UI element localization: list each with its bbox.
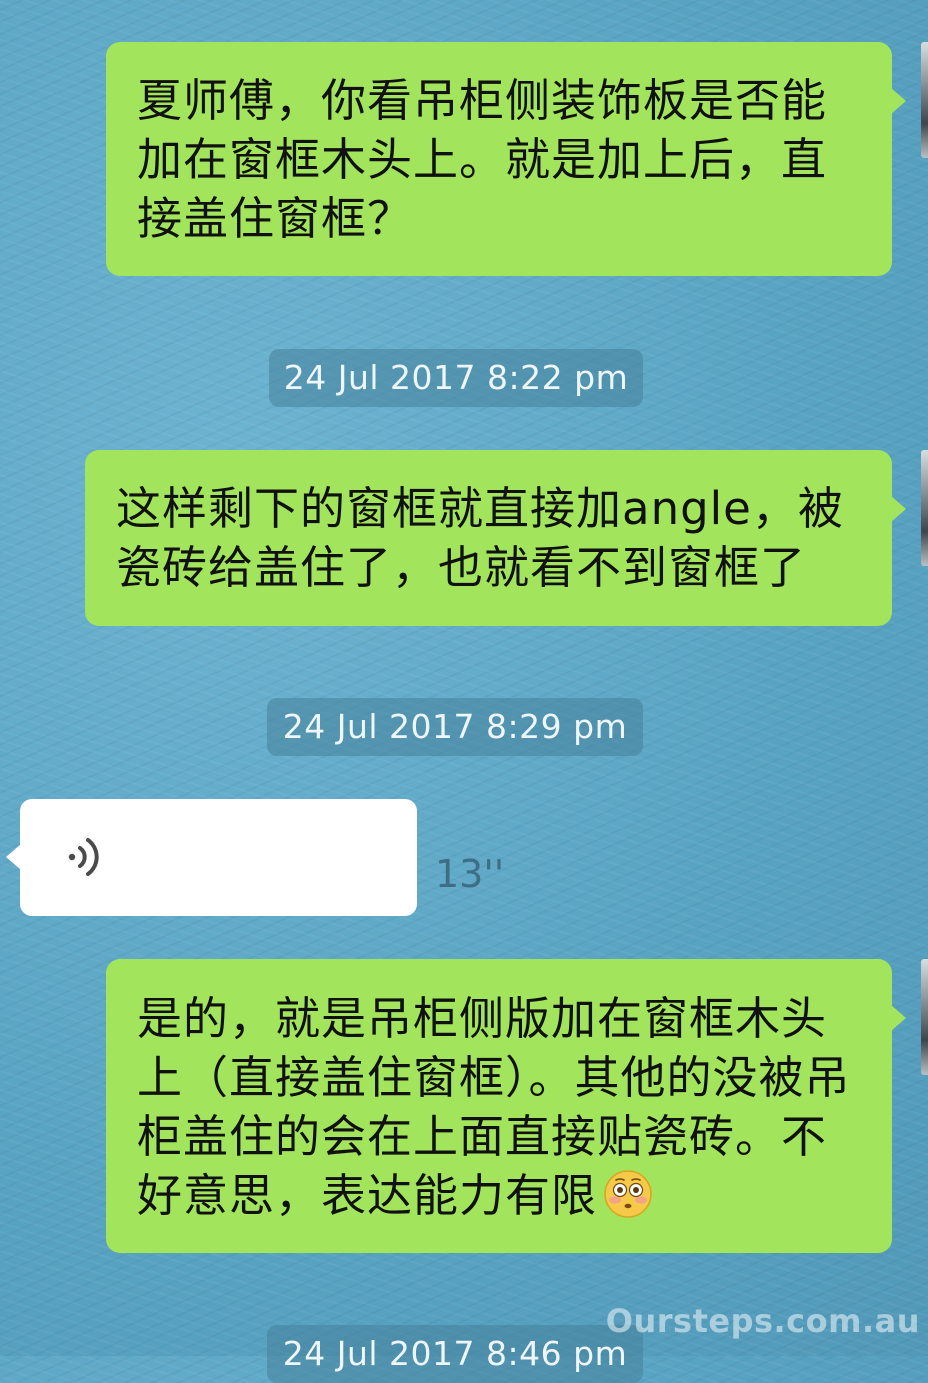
outgoing-message-bubble[interactable]: 夏师傅，你看吊柜侧装饰板是否能加在窗框木头上。就是加上后，直接盖住窗框？ — [106, 42, 906, 276]
chat-area: 夏师傅，你看吊柜侧装饰板是否能加在窗框木头上。就是加上后，直接盖住窗框？ 24 … — [0, 0, 928, 1383]
sender-avatar[interactable] — [921, 450, 928, 566]
voice-wave-icon — [68, 838, 99, 876]
message-text: 是的，就是吊柜侧版加在窗框木头上（直接盖住窗框）。其他的没被吊柜盖住的会在上面直… — [137, 992, 851, 1222]
message-text: 这样剩下的窗框就直接加angle，被瓷砖给盖住了，也就看不到窗框了 — [116, 482, 844, 594]
incoming-voice-message[interactable] — [6, 799, 417, 916]
message-text: 夏师傅，你看吊柜侧装饰板是否能加在窗框木头上。就是加上后，直接盖住窗框？ — [137, 74, 828, 245]
voice-duration: 13'' — [435, 852, 505, 896]
message-timestamp: 24 Jul 2017 8:22 pm — [269, 349, 643, 407]
sender-avatar[interactable] — [921, 959, 928, 1075]
message-timestamp: 24 Jul 2017 8:46 pm — [267, 1325, 643, 1383]
outgoing-message-bubble[interactable]: 是的，就是吊柜侧版加在窗框木头上（直接盖住窗框）。其他的没被吊柜盖住的会在上面直… — [106, 959, 906, 1253]
sender-avatar[interactable] — [921, 42, 928, 158]
message-timestamp: 24 Jul 2017 8:29 pm — [267, 698, 643, 756]
flushed-face-emoji — [604, 1170, 652, 1218]
outgoing-message-bubble[interactable]: 这样剩下的窗框就直接加angle，被瓷砖给盖住了，也就看不到窗框了 — [85, 450, 906, 626]
watermark: Oursteps.com.au — [605, 1302, 920, 1340]
